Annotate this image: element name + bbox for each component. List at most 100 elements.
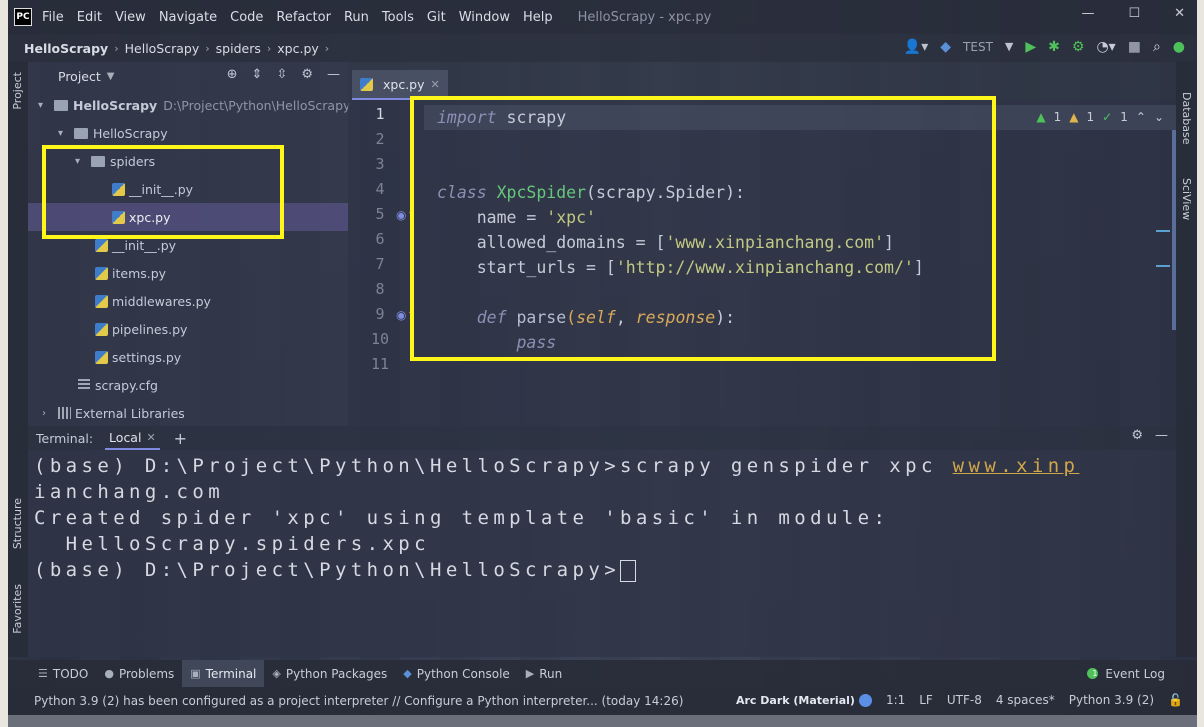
tool-label: Python Console	[416, 666, 510, 681]
todo-tool-button[interactable]: ☰ TODO	[30, 660, 96, 687]
line-separator[interactable]: LF	[919, 693, 933, 707]
tree-item[interactable]: ▾ HelloScrapy D:\Project\Python\HelloScr…	[38, 91, 350, 119]
terminal-tool-button[interactable]: ▣ Terminal	[182, 660, 265, 687]
chevron-down-icon[interactable]: ▼	[107, 71, 115, 82]
line-number: 8	[375, 280, 385, 298]
tree-item[interactable]: ▾ HelloScrapy	[58, 119, 168, 147]
favorites-tool-tab[interactable]: Favorites	[11, 584, 24, 634]
outer-desktop-right	[1197, 0, 1204, 727]
chevron-down-icon[interactable]: ▼	[1005, 38, 1013, 56]
close-button[interactable]: ✕	[1174, 6, 1185, 21]
structure-tool-tab[interactable]: Structure	[11, 498, 24, 549]
minimize-button[interactable]: —	[1081, 6, 1094, 21]
terminal-label: Terminal:	[36, 430, 94, 446]
run-icon[interactable]: ▶	[1025, 38, 1036, 56]
gear-icon[interactable]: ⚙	[301, 67, 313, 82]
tree-item-label: scrapy.cfg	[95, 377, 158, 393]
tree-item[interactable]: pipelines.py	[95, 315, 187, 343]
python-console-tool-button[interactable]: ◆ Python Console	[395, 660, 518, 687]
menu-refactor[interactable]: Refactor	[276, 10, 331, 25]
update-icon[interactable]: ●	[1173, 38, 1185, 56]
menu-help[interactable]: Help	[523, 10, 553, 25]
terminal-link[interactable]: www.xinp	[953, 455, 1080, 477]
tree-item[interactable]: › External Libraries	[42, 399, 185, 427]
event-log-tool-button[interactable]: 1 Event Log	[1079, 660, 1173, 687]
project-tool-tab[interactable]: Project	[11, 72, 24, 110]
breadcrumb-project[interactable]: HelloScrapy	[24, 41, 108, 56]
tree-item-label: __init__.py	[112, 237, 177, 253]
line-number: 3	[375, 155, 385, 173]
search-icon[interactable]: ⌕	[1153, 38, 1161, 56]
lock-icon[interactable]: 🔓	[1168, 693, 1183, 707]
menu-navigate[interactable]: Navigate	[159, 10, 217, 25]
close-icon[interactable]: ✕	[431, 78, 440, 91]
navigation-bar: HelloScrapy › HelloScrapy › spiders › xp…	[8, 34, 1197, 62]
menu-file[interactable]: File	[42, 10, 64, 25]
chevron-right-icon[interactable]: ›	[42, 408, 58, 419]
add-tab-icon[interactable]: +	[174, 429, 187, 448]
project-panel-title[interactable]: Project	[58, 69, 101, 84]
tree-item[interactable]: middlewares.py	[95, 287, 211, 315]
menu-window[interactable]: Window	[459, 10, 510, 25]
tree-item-label: items.py	[112, 265, 167, 281]
hide-icon[interactable]: —	[1155, 428, 1168, 443]
chevron-down-icon[interactable]: ⌄	[1154, 110, 1164, 124]
chevron-right-icon: ›	[324, 41, 330, 55]
profile-icon[interactable]: ◔▾	[1096, 38, 1115, 56]
menu-edit[interactable]: Edit	[77, 10, 102, 25]
status-message[interactable]: Python 3.9 (2) has been configured as a …	[34, 694, 683, 708]
sciview-tool-tab[interactable]: SciView	[1180, 178, 1193, 220]
close-icon[interactable]: ✕	[146, 431, 155, 444]
file-encoding[interactable]: UTF-8	[947, 693, 982, 707]
stop-icon[interactable]: ■	[1128, 38, 1141, 56]
menu-git[interactable]: Git	[427, 10, 446, 25]
tree-item-label: HelloScrapy	[93, 125, 168, 141]
hide-icon[interactable]: —	[327, 67, 340, 82]
chevron-right-icon: ›	[205, 41, 210, 55]
theme-indicator[interactable]: Arc Dark (Material)	[736, 693, 872, 707]
breadcrumb-file[interactable]: xpc.py	[277, 41, 319, 56]
inspection-widget[interactable]: ▲ 1 ▲ 1 ✓ 1 ⌃ ⌄	[1036, 110, 1164, 124]
terminal-line: ianchang.com	[34, 479, 224, 505]
gear-icon[interactable]: ⚙	[1131, 428, 1143, 443]
interpreter-select[interactable]: Python 3.9 (2)	[1069, 693, 1154, 707]
weak-warning-count: 1	[1086, 110, 1095, 124]
python-packages-tool-button[interactable]: ◈ Python Packages	[264, 660, 395, 687]
tree-item[interactable]: settings.py	[95, 343, 181, 371]
terminal-line: HelloScrapy.spiders.xpc	[34, 533, 430, 555]
database-tool-tab[interactable]: Database	[1180, 92, 1193, 145]
tree-item-label: External Libraries	[75, 405, 185, 421]
maximize-button[interactable]: ☐	[1128, 6, 1140, 21]
tree-item[interactable]: items.py	[95, 259, 166, 287]
locate-icon[interactable]: ⊕	[227, 67, 238, 82]
breadcrumb-package[interactable]: HelloScrapy	[125, 41, 200, 56]
caret-position[interactable]: 1:1	[886, 693, 905, 707]
menu-tools[interactable]: Tools	[382, 10, 414, 25]
chevron-down-icon[interactable]: ▾	[38, 100, 54, 111]
indent-setting[interactable]: 4 spaces*	[996, 693, 1055, 707]
debug-icon[interactable]: ✱	[1048, 38, 1060, 56]
terminal-tab-local[interactable]: Local ✕	[105, 426, 160, 450]
run-tool-button[interactable]: ▶ Run	[518, 660, 570, 687]
chevron-up-icon[interactable]: ⌃	[1136, 110, 1146, 124]
coverage-icon[interactable]: ⚙	[1072, 38, 1085, 56]
menu-view[interactable]: View	[115, 10, 146, 25]
chevron-down-icon[interactable]: ▾	[58, 128, 74, 139]
problems-tool-button[interactable]: ● Problems	[96, 660, 182, 687]
tool-label: Terminal	[205, 666, 257, 681]
tree-item[interactable]: scrapy.cfg	[78, 371, 158, 399]
title-bar: PC File Edit View Navigate Code Refactor…	[8, 0, 1197, 34]
terminal-output[interactable]: (base) D:\Project\Python\HelloScrapy>scr…	[28, 450, 1176, 657]
menu-run[interactable]: Run	[344, 10, 369, 25]
collapse-all-icon[interactable]: ⇳	[276, 67, 287, 82]
right-tool-stripe: Database SciView	[1176, 62, 1197, 657]
user-icon[interactable]: 👤▾	[904, 38, 928, 56]
expand-all-icon[interactable]: ⇕	[252, 67, 263, 82]
library-icon	[58, 407, 71, 419]
terminal-link[interactable]: ianchang.com	[34, 481, 224, 503]
line-number: 7	[375, 255, 385, 273]
folder-icon	[54, 99, 68, 111]
breadcrumb-spiders[interactable]: spiders	[216, 41, 261, 56]
menu-code[interactable]: Code	[230, 10, 263, 25]
run-config-select[interactable]: TEST	[963, 40, 993, 54]
